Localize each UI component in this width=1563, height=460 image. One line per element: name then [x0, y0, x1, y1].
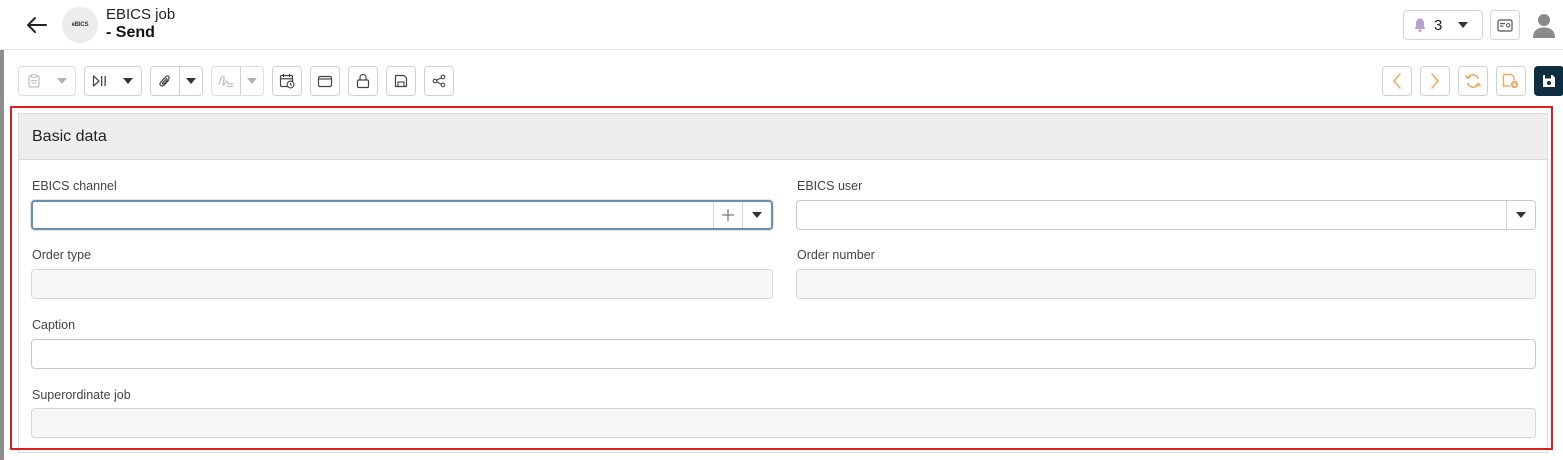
paperclip-icon — [159, 74, 170, 87]
refresh-button[interactable] — [1458, 66, 1488, 96]
back-button[interactable] — [24, 12, 50, 38]
save-icon — [1543, 75, 1555, 87]
notifications-count: 3 — [1434, 16, 1443, 34]
user-avatar[interactable] — [1531, 11, 1557, 39]
clipboard-dropdown-button[interactable] — [18, 66, 76, 96]
next-record-button[interactable] — [1420, 66, 1450, 96]
caret-down-icon — [186, 78, 197, 84]
share-button[interactable] — [424, 66, 454, 96]
bell-icon — [1414, 18, 1426, 33]
calendar-clock-icon — [279, 74, 295, 89]
attachments-dropdown-button[interactable] — [150, 66, 203, 96]
user-icon — [1533, 14, 1555, 38]
play-pause-icon — [92, 75, 106, 87]
schedule-button[interactable] — [272, 66, 302, 96]
share-icon — [432, 74, 446, 88]
wallet-button[interactable] — [310, 66, 340, 96]
app-logo: eBICS — [62, 7, 98, 43]
workflow-dropdown-button[interactable] — [84, 66, 142, 96]
refresh-icon — [1464, 74, 1482, 88]
page-subtitle: - Send — [106, 24, 155, 41]
chevron-left-icon — [1393, 73, 1401, 89]
signature-dropdown-button[interactable] — [211, 66, 264, 96]
discard-changes-button[interactable] — [1496, 66, 1526, 96]
app-header: eBICS EBICS job - Send 3 — [0, 0, 1563, 50]
wallet-icon — [317, 75, 333, 88]
id-card-icon — [1497, 18, 1513, 32]
previous-record-button[interactable] — [1382, 66, 1412, 96]
lock-icon — [356, 73, 370, 89]
left-edge-bar — [0, 50, 4, 460]
save-button[interactable] — [1534, 66, 1563, 96]
signature-icon — [218, 75, 234, 87]
highlight-frame — [10, 106, 1553, 450]
id-card-button[interactable] — [1490, 10, 1520, 40]
app-logo-text: eBICS — [71, 22, 89, 28]
discard-icon — [1502, 73, 1519, 89]
caret-down-icon — [57, 78, 67, 84]
lock-button[interactable] — [348, 66, 378, 96]
notifications-button[interactable]: 3 — [1403, 10, 1483, 40]
page-title: EBICS job — [106, 6, 176, 23]
save-draft-button[interactable] — [386, 66, 416, 96]
caret-down-icon — [1458, 22, 1469, 28]
save-outline-icon — [394, 74, 408, 88]
clipboard-icon — [28, 74, 40, 88]
caret-down-icon — [247, 78, 258, 84]
caret-down-icon — [123, 78, 133, 84]
chevron-right-icon — [1431, 73, 1439, 89]
arrow-left-icon — [27, 17, 47, 33]
page-title-block: EBICS job - Send — [106, 6, 175, 42]
